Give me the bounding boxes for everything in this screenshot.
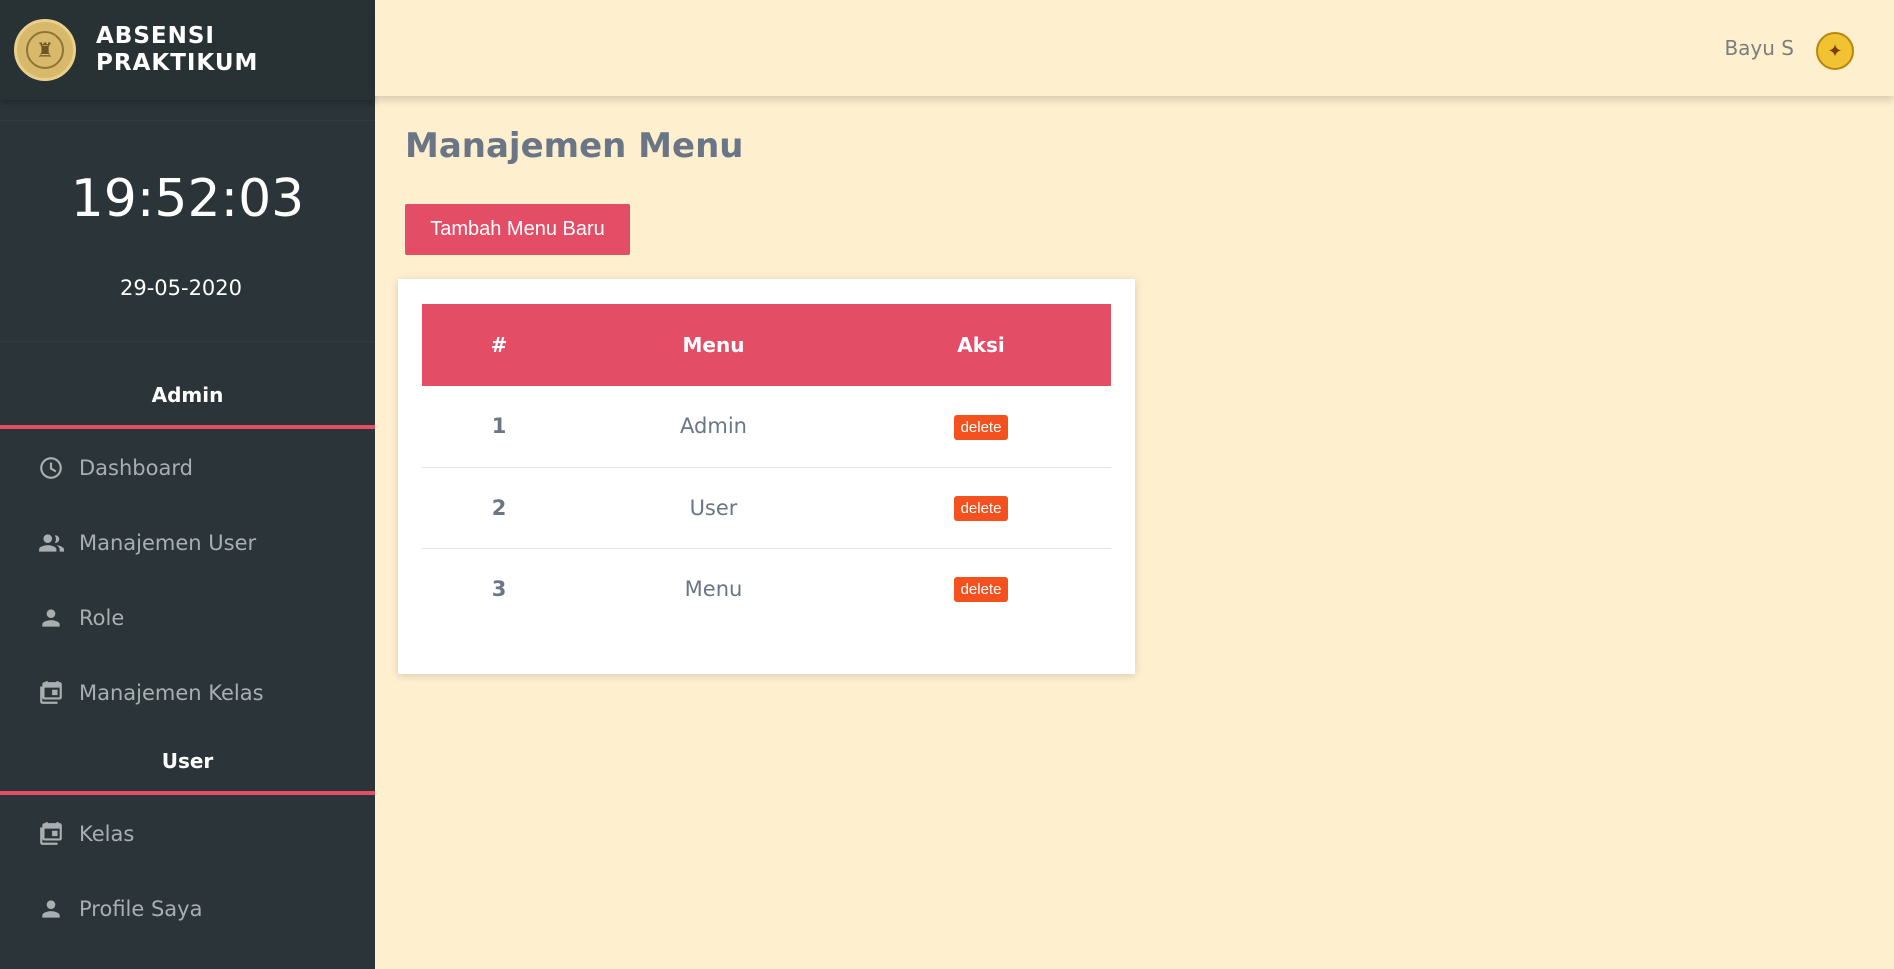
- calendar-icon: [38, 680, 64, 706]
- brand[interactable]: ♜ ABSENSI PRAKTIKUM: [0, 0, 375, 100]
- row-menu-name: User: [689, 495, 738, 520]
- column-header-number: #: [490, 333, 508, 357]
- row-number: 3: [491, 576, 507, 601]
- delete-button[interactable]: delete: [953, 577, 1009, 603]
- calendar-icon: [38, 821, 64, 847]
- university-seal-icon: ♜: [14, 19, 76, 81]
- table-row: 1 Admin delete: [422, 386, 1111, 467]
- sidebar: ♜ ABSENSI PRAKTIKUM 19:52:03 29-05-2020 …: [0, 0, 375, 969]
- sidebar-heading-user: User: [161, 749, 214, 773]
- add-menu-button[interactable]: Tambah Menu Baru: [405, 204, 630, 255]
- delete-button[interactable]: delete: [953, 496, 1009, 521]
- column-header-menu: Menu: [682, 333, 745, 357]
- sidebar-item-label: Dashboard: [79, 456, 193, 480]
- sidebar-item-manajemen-kelas[interactable]: Manajemen Kelas: [0, 668, 375, 718]
- user-name[interactable]: Bayu S: [1724, 36, 1794, 60]
- sidebar-heading-admin: Admin: [151, 383, 224, 407]
- sidebar-item-dashboard[interactable]: Dashboard: [0, 443, 375, 493]
- divider: [0, 791, 375, 795]
- sidebar-item-profile-saya[interactable]: Profile Saya: [0, 884, 375, 934]
- topbar: Bayu S ✦: [375, 0, 1894, 96]
- column-header-aksi: Aksi: [957, 333, 1005, 357]
- clock-panel: 19:52:03 29-05-2020: [0, 120, 375, 342]
- sidebar-item-label: Manajemen Kelas: [79, 681, 264, 705]
- table-row: 2 User delete: [422, 467, 1111, 548]
- university-seal-icon[interactable]: ✦: [1816, 32, 1854, 70]
- person-icon: [38, 605, 64, 631]
- clock-date: 29-05-2020: [119, 276, 243, 300]
- page-title: Manajemen Menu: [405, 126, 744, 166]
- brand-title: ABSENSI PRAKTIKUM: [96, 23, 258, 77]
- divider: [0, 425, 375, 429]
- sidebar-item-label: Role: [79, 606, 125, 630]
- person-icon: [38, 896, 64, 922]
- sidebar-item-manajemen-user[interactable]: Manajemen User: [0, 518, 375, 568]
- clock-time: 19:52:03: [70, 169, 305, 229]
- menu-table-card: # Menu Aksi 1 Admin delete 2 User delete…: [398, 279, 1135, 674]
- brand-line-2: PRAKTIKUM: [96, 50, 259, 76]
- sidebar-item-kelas[interactable]: Kelas: [0, 809, 375, 859]
- row-menu-name: Menu: [684, 576, 743, 601]
- sidebar-item-role[interactable]: Role: [0, 593, 375, 643]
- delete-button[interactable]: delete: [953, 414, 1009, 440]
- sidebar-item-label: Kelas: [79, 822, 135, 846]
- row-menu-name: Admin: [680, 414, 747, 439]
- dashboard-icon: [38, 455, 64, 481]
- users-icon: [38, 530, 64, 556]
- menu-table: # Menu Aksi 1 Admin delete 2 User delete…: [422, 304, 1111, 629]
- brand-line-1: ABSENSI: [96, 23, 215, 49]
- row-number: 1: [491, 414, 507, 439]
- sidebar-item-label: Profile Saya: [79, 897, 203, 921]
- row-number: 2: [491, 495, 507, 520]
- table-row: 3 Menu delete: [422, 548, 1111, 629]
- sidebar-item-label: Manajemen User: [79, 531, 257, 555]
- table-header-row: # Menu Aksi: [422, 304, 1111, 386]
